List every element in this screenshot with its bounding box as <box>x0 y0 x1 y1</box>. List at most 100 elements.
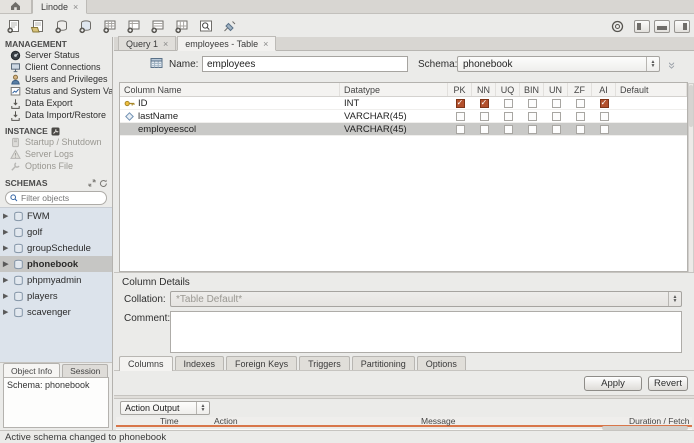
toggle-left-panel-button[interactable] <box>634 19 650 33</box>
ai-checkbox[interactable] <box>599 124 609 134</box>
schema-item-golf[interactable]: ▶ golf <box>0 224 112 240</box>
column-row-id[interactable]: ID INT <box>120 97 687 110</box>
schema-filter-input[interactable] <box>21 193 101 203</box>
collation-select[interactable]: *Table Default* ▲ ▼ <box>170 291 682 307</box>
comment-textarea[interactable] <box>170 311 682 353</box>
nn-checkbox[interactable] <box>479 98 489 108</box>
sidebar-item-users-privileges[interactable]: Users and Privileges <box>0 73 112 85</box>
header-zf[interactable]: ZF <box>568 83 592 96</box>
schema-item-scavenger[interactable]: ▶ scavenger <box>0 304 112 320</box>
apply-button[interactable]: Apply <box>584 376 642 391</box>
header-datatype[interactable]: Datatype <box>340 83 448 96</box>
expander-icon[interactable]: ▶ <box>3 276 10 284</box>
pk-checkbox[interactable] <box>455 111 465 121</box>
new-user-icon[interactable] <box>173 18 191 34</box>
schema-item-phpmyadmin[interactable]: ▶ phpmyadmin <box>0 272 112 288</box>
close-tab-icon[interactable]: × <box>73 2 78 12</box>
uq-checkbox[interactable] <box>503 111 513 121</box>
open-sql-script-icon[interactable] <box>29 18 47 34</box>
zf-checkbox[interactable] <box>575 98 585 108</box>
new-procedure-icon[interactable] <box>125 18 143 34</box>
nn-checkbox[interactable] <box>479 111 489 121</box>
toggle-bottom-panel-button[interactable] <box>654 19 670 33</box>
home-tab[interactable] <box>0 0 32 13</box>
expander-icon[interactable]: ▶ <box>3 228 10 236</box>
search-table-data-icon[interactable] <box>197 18 215 34</box>
tab-query-1[interactable]: Query 1 × <box>118 36 177 50</box>
sidebar-item-data-import[interactable]: Data Import/Restore <box>0 109 112 121</box>
output-selector[interactable]: Action Output ▲ ▼ <box>120 401 210 415</box>
sidebar-item-server-logs[interactable]: Server Logs <box>0 148 112 160</box>
table-name-input[interactable] <box>202 56 408 72</box>
stepper-icon[interactable]: ▲ ▼ <box>646 57 659 71</box>
stepper-icon[interactable]: ▲ ▼ <box>668 292 681 306</box>
close-tab-icon[interactable]: × <box>263 39 268 49</box>
sidebar-item-server-status[interactable]: Server Status <box>0 49 112 61</box>
ai-checkbox[interactable] <box>599 111 609 121</box>
zf-checkbox[interactable] <box>575 124 585 134</box>
tab-columns[interactable]: Columns <box>119 356 173 371</box>
header-time[interactable]: Time <box>144 416 214 426</box>
header-pk[interactable]: PK <box>448 83 472 96</box>
pk-checkbox[interactable] <box>455 124 465 134</box>
new-function-icon[interactable] <box>149 18 167 34</box>
column-row-employeescol[interactable]: employeescol VARCHAR(45) <box>120 123 687 136</box>
ai-checkbox[interactable] <box>599 98 609 108</box>
tab-triggers[interactable]: Triggers <box>299 356 350 370</box>
header-action[interactable]: Action <box>214 416 421 426</box>
new-table-icon[interactable] <box>77 18 95 34</box>
uq-checkbox[interactable] <box>503 98 513 108</box>
schema-item-groupschedule[interactable]: ▶ groupSchedule <box>0 240 112 256</box>
tab-options[interactable]: Options <box>416 356 466 370</box>
header-un[interactable]: UN <box>544 83 568 96</box>
header-nn[interactable]: NN <box>472 83 496 96</box>
header-ai[interactable]: AI <box>592 83 616 96</box>
expander-icon[interactable]: ▶ <box>3 292 10 300</box>
refresh-schemas-icon[interactable] <box>99 179 108 188</box>
column-row-lastname[interactable]: lastName VARCHAR(45) <box>120 110 687 123</box>
tab-indexes[interactable]: Indexes <box>174 356 225 370</box>
header-default[interactable]: Default <box>616 83 687 96</box>
close-tab-icon[interactable]: × <box>163 39 168 49</box>
toggle-right-panel-button[interactable] <box>674 19 690 33</box>
header-message[interactable]: Message <box>421 416 629 426</box>
schema-item-players[interactable]: ▶ players <box>0 288 112 304</box>
pk-checkbox[interactable] <box>455 98 465 108</box>
grid-vertical-scrollbar[interactable] <box>688 83 694 273</box>
bin-checkbox[interactable] <box>527 98 537 108</box>
un-checkbox[interactable] <box>551 98 561 108</box>
expander-icon[interactable]: ▶ <box>3 212 10 220</box>
header-uq[interactable]: UQ <box>496 83 520 96</box>
expander-icon[interactable]: ▶ <box>3 260 10 268</box>
bin-checkbox[interactable] <box>527 111 537 121</box>
tab-foreign-keys[interactable]: Foreign Keys <box>226 356 298 370</box>
header-duration[interactable]: Duration / Fetch <box>629 416 692 426</box>
schema-item-phonebook[interactable]: ▶ phonebook <box>0 256 112 272</box>
stepper-icon[interactable]: ▲ ▼ <box>196 402 209 414</box>
expander-icon[interactable]: ▶ <box>3 308 10 316</box>
sidebar-item-data-export[interactable]: Data Export <box>0 97 112 109</box>
schema-select[interactable]: phonebook ▲ ▼ <box>457 56 660 72</box>
expander-icon[interactable]: ▶ <box>3 244 10 252</box>
header-column-name[interactable]: Column Name <box>120 83 340 96</box>
sidebar-item-status-system-variables[interactable]: Status and System Variables <box>0 85 112 97</box>
expand-panel-icon[interactable] <box>88 179 96 188</box>
tab-partitioning[interactable]: Partitioning <box>351 356 415 370</box>
sidebar-item-client-connections[interactable]: Client Connections <box>0 61 112 73</box>
un-checkbox[interactable] <box>551 124 561 134</box>
connection-tab-linode[interactable]: Linode × <box>32 0 88 14</box>
sidebar-item-options-file[interactable]: Options File <box>0 160 112 172</box>
reconnect-dbms-icon[interactable] <box>221 18 239 34</box>
revert-button[interactable]: Revert <box>648 376 688 391</box>
tab-employees-table[interactable]: employees - Table × <box>177 36 277 51</box>
zf-checkbox[interactable] <box>575 111 585 121</box>
new-schema-icon[interactable] <box>53 18 71 34</box>
nn-checkbox[interactable] <box>479 124 489 134</box>
sidebar-item-startup-shutdown[interactable]: Startup / Shutdown <box>0 136 112 148</box>
uq-checkbox[interactable] <box>503 124 513 134</box>
collapse-header-icon[interactable]: » <box>665 62 680 67</box>
tab-object-info[interactable]: Object Info <box>3 363 61 377</box>
bin-checkbox[interactable] <box>527 124 537 134</box>
header-bin[interactable]: BIN <box>520 83 544 96</box>
new-query-tab-icon[interactable] <box>5 18 23 34</box>
